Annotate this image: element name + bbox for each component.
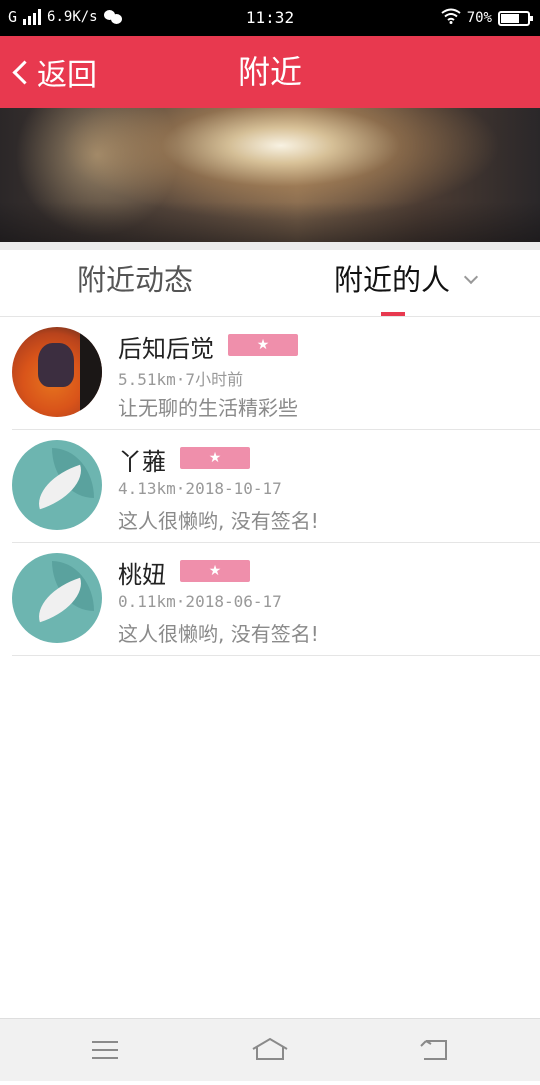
chevron-left-icon	[12, 59, 37, 85]
list-item[interactable]: 后知后觉 ★ 5.51km·7小时前 让无聊的生活精彩些	[0, 317, 540, 430]
app-header: 附近 返回	[0, 36, 540, 108]
level-badge: ★	[180, 560, 250, 582]
tab-label: 附近动态	[76, 263, 193, 297]
tab-nearby-people[interactable]: 附近的人	[270, 250, 540, 316]
user-signature: 这人很懒哟, 没有签名!	[118, 509, 319, 533]
tab-indicator	[381, 312, 405, 316]
user-name: 桃妞	[118, 561, 166, 589]
avatar-shadow	[80, 327, 102, 417]
menu-line	[92, 1057, 118, 1059]
user-name: 丫蕥	[118, 448, 166, 476]
back-label: 返回	[37, 58, 97, 93]
menu-line	[92, 1041, 118, 1043]
tab-bar: 附近动态 附近的人	[0, 250, 540, 317]
status-right: 70%	[441, 8, 533, 28]
chevron-down-icon	[463, 269, 479, 285]
user-distance-time: 4.13km·2018-10-17	[118, 479, 282, 498]
divider	[12, 655, 540, 656]
back-shape	[420, 1040, 447, 1060]
wifi-icon	[441, 8, 461, 28]
tab-label: 附近的人	[333, 263, 450, 297]
banner-image	[0, 108, 540, 242]
level-badge: ★	[228, 334, 298, 356]
user-distance-time: 0.11km·2018-06-17	[118, 592, 282, 611]
divider	[0, 242, 540, 250]
tab-nearby-moments[interactable]: 附近动态	[0, 250, 270, 316]
avatar-figure	[38, 343, 74, 387]
system-nav-bar	[0, 1018, 540, 1081]
avatar[interactable]	[12, 553, 102, 643]
list-item[interactable]: 丫蕥 ★ 4.13km·2018-10-17 这人很懒哟, 没有签名!	[0, 430, 540, 543]
list-item[interactable]: 桃妞 ★ 0.11km·2018-06-17 这人很懒哟, 没有签名!	[0, 543, 540, 656]
user-signature: 这人很懒哟, 没有签名!	[118, 622, 319, 646]
user-signature: 让无聊的生活精彩些	[118, 396, 298, 420]
battery-fill	[501, 13, 520, 23]
battery-percent: 70%	[466, 10, 492, 26]
avatar[interactable]	[12, 440, 102, 530]
menu-line	[92, 1049, 118, 1051]
level-badge: ★	[180, 447, 250, 469]
home-icon[interactable]	[235, 1019, 305, 1081]
back-button[interactable]: 返回	[10, 36, 97, 108]
user-list: 后知后觉 ★ 5.51km·7小时前 让无聊的生活精彩些 丫蕥 ★ 4.13km…	[0, 317, 540, 656]
status-bar: G 6.9K/s 11:32 70%	[0, 0, 540, 36]
back-icon[interactable]	[400, 1019, 470, 1081]
home-shape	[252, 1037, 288, 1060]
battery-icon	[498, 10, 533, 26]
menu-icon[interactable]	[70, 1019, 140, 1081]
user-distance-time: 5.51km·7小时前	[118, 370, 244, 389]
user-name: 后知后觉	[118, 335, 214, 363]
avatar[interactable]	[12, 327, 102, 417]
